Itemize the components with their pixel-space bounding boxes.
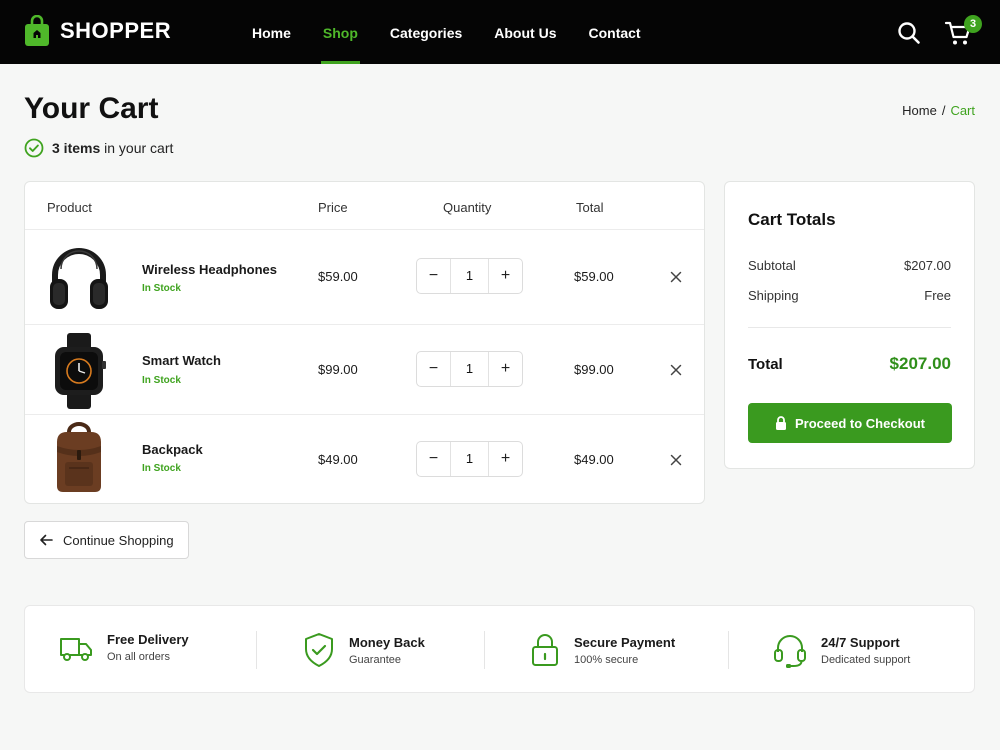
continue-shopping-label: Continue Shopping — [63, 532, 174, 548]
totals-divider — [748, 327, 951, 328]
check-circle-icon — [24, 138, 44, 158]
product-name[interactable]: Wireless Headphones — [142, 262, 277, 277]
shopping-bag-icon — [25, 15, 49, 46]
close-icon[interactable] — [668, 452, 684, 468]
qty-decrease-button[interactable]: − — [417, 259, 450, 293]
stock-status: In Stock — [142, 463, 181, 474]
feature-subtitle: 100% secure — [574, 653, 639, 666]
logo[interactable]: SHOPPER — [24, 15, 171, 47]
truck-icon — [60, 637, 92, 661]
close-icon[interactable] — [668, 362, 684, 378]
feature-title: Money Back — [349, 634, 425, 650]
close-icon[interactable] — [668, 269, 684, 285]
qty-value[interactable]: 1 — [450, 352, 489, 386]
nav-about-us[interactable]: About Us — [478, 0, 572, 64]
headphones-icon — [50, 248, 108, 309]
total-label: Total — [748, 356, 783, 373]
qty-increase-button[interactable]: + — [489, 442, 522, 476]
items-count: 3 items in your cart — [24, 138, 173, 158]
table-row: Backpack In Stock $49.00 − 1 + $49.00 — [25, 415, 704, 503]
backpack-icon — [57, 422, 101, 492]
items-count-text: in your cart — [104, 140, 174, 156]
stock-status: In Stock — [142, 375, 181, 386]
page-title: Your Cart — [24, 92, 159, 125]
qty-value[interactable]: 1 — [450, 259, 489, 293]
feature-free-delivery: Free Delivery On all orders — [59, 632, 189, 663]
feature-separator — [256, 631, 257, 669]
feature-title: 24/7 Support — [821, 634, 900, 650]
breadcrumb: Home / Cart — [902, 103, 975, 118]
feature-separator — [484, 631, 485, 669]
top-header: SHOPPER Home Shop Categories About Us Co… — [0, 0, 1000, 64]
nav-categories[interactable]: Categories — [374, 0, 478, 64]
feature-separator — [728, 631, 729, 669]
feature-support: 24/7 Support Dedicated support — [773, 632, 910, 668]
row-total: $99.00 — [574, 362, 614, 377]
shipping-value: Free — [924, 288, 951, 303]
subtotal-row: Subtotal $207.00 — [748, 258, 951, 273]
nav-home[interactable]: Home — [236, 0, 307, 64]
product-price: $49.00 — [318, 452, 358, 467]
breadcrumb-separator: / — [941, 103, 946, 118]
main-nav: Home Shop Categories About Us Contact — [236, 0, 657, 64]
search-icon[interactable] — [896, 20, 922, 46]
header-price: Price — [318, 200, 348, 215]
subtotal-label: Subtotal — [748, 258, 796, 273]
breadcrumb-current: Cart — [950, 103, 975, 118]
qty-decrease-button[interactable]: − — [417, 352, 450, 386]
row-total: $59.00 — [574, 269, 614, 284]
cart-totals-title: Cart Totals — [748, 210, 836, 229]
lock-icon — [775, 416, 786, 430]
cart-table: Product Price Quantity Total Wireless He… — [24, 181, 705, 504]
table-row: Wireless Headphones In Stock $59.00 − 1 … — [25, 230, 704, 324]
shipping-row: Shipping Free — [748, 288, 951, 303]
qty-increase-button[interactable]: + — [489, 259, 522, 293]
total-value: $207.00 — [889, 354, 951, 373]
headset-icon — [774, 635, 806, 668]
feature-secure-payment: Secure Payment 100% secure — [530, 632, 675, 668]
header-total: Total — [576, 200, 604, 215]
qty-value[interactable]: 1 — [450, 442, 489, 476]
product-name[interactable]: Backpack — [142, 442, 203, 457]
header-product: Product — [47, 200, 92, 215]
subtotal-value: $207.00 — [904, 258, 951, 273]
stock-status: In Stock — [142, 283, 181, 294]
feature-subtitle: Dedicated support — [821, 653, 911, 666]
product-name[interactable]: Smart Watch — [142, 353, 221, 368]
continue-shopping-button[interactable]: Continue Shopping — [24, 521, 189, 559]
feature-title: Secure Payment — [574, 634, 676, 650]
nav-shop[interactable]: Shop — [307, 0, 374, 64]
product-price: $59.00 — [318, 269, 358, 284]
qty-increase-button[interactable]: + — [489, 352, 522, 386]
lock-icon — [532, 634, 558, 666]
feature-subtitle: Guarantee — [349, 653, 401, 666]
arrow-left-icon — [40, 534, 53, 546]
quantity-stepper: − 1 + — [416, 441, 523, 477]
shipping-label: Shipping — [748, 288, 799, 303]
qty-decrease-button[interactable]: − — [417, 442, 450, 476]
cart-totals-card: Cart Totals Subtotal $207.00 Shipping Fr… — [724, 181, 975, 469]
cart-count-badge: 3 — [964, 15, 982, 33]
header-quantity: Quantity — [443, 200, 492, 215]
proceed-to-checkout-button[interactable]: Proceed to Checkout — [748, 403, 952, 443]
table-row: Smart Watch In Stock $99.00 − 1 + $99.00 — [25, 325, 704, 414]
product-price: $99.00 — [318, 362, 358, 377]
smart-watch-icon — [55, 333, 106, 409]
quantity-stepper: − 1 + — [416, 351, 523, 387]
logo-text: SHOPPER — [60, 18, 172, 43]
feature-subtitle: On all orders — [107, 651, 170, 663]
breadcrumb-home[interactable]: Home — [902, 103, 937, 118]
features-bar: Free Delivery On all orders Money Back G… — [24, 605, 975, 693]
quantity-stepper: − 1 + — [416, 258, 523, 294]
shield-check-icon — [305, 633, 333, 667]
items-count-number: 3 items — [52, 140, 101, 156]
row-total: $49.00 — [574, 452, 614, 467]
feature-money-back: Money Back Guarantee — [303, 632, 425, 668]
checkout-label: Proceed to Checkout — [794, 415, 926, 431]
feature-title: Free Delivery — [107, 632, 189, 647]
nav-contact[interactable]: Contact — [572, 0, 656, 64]
